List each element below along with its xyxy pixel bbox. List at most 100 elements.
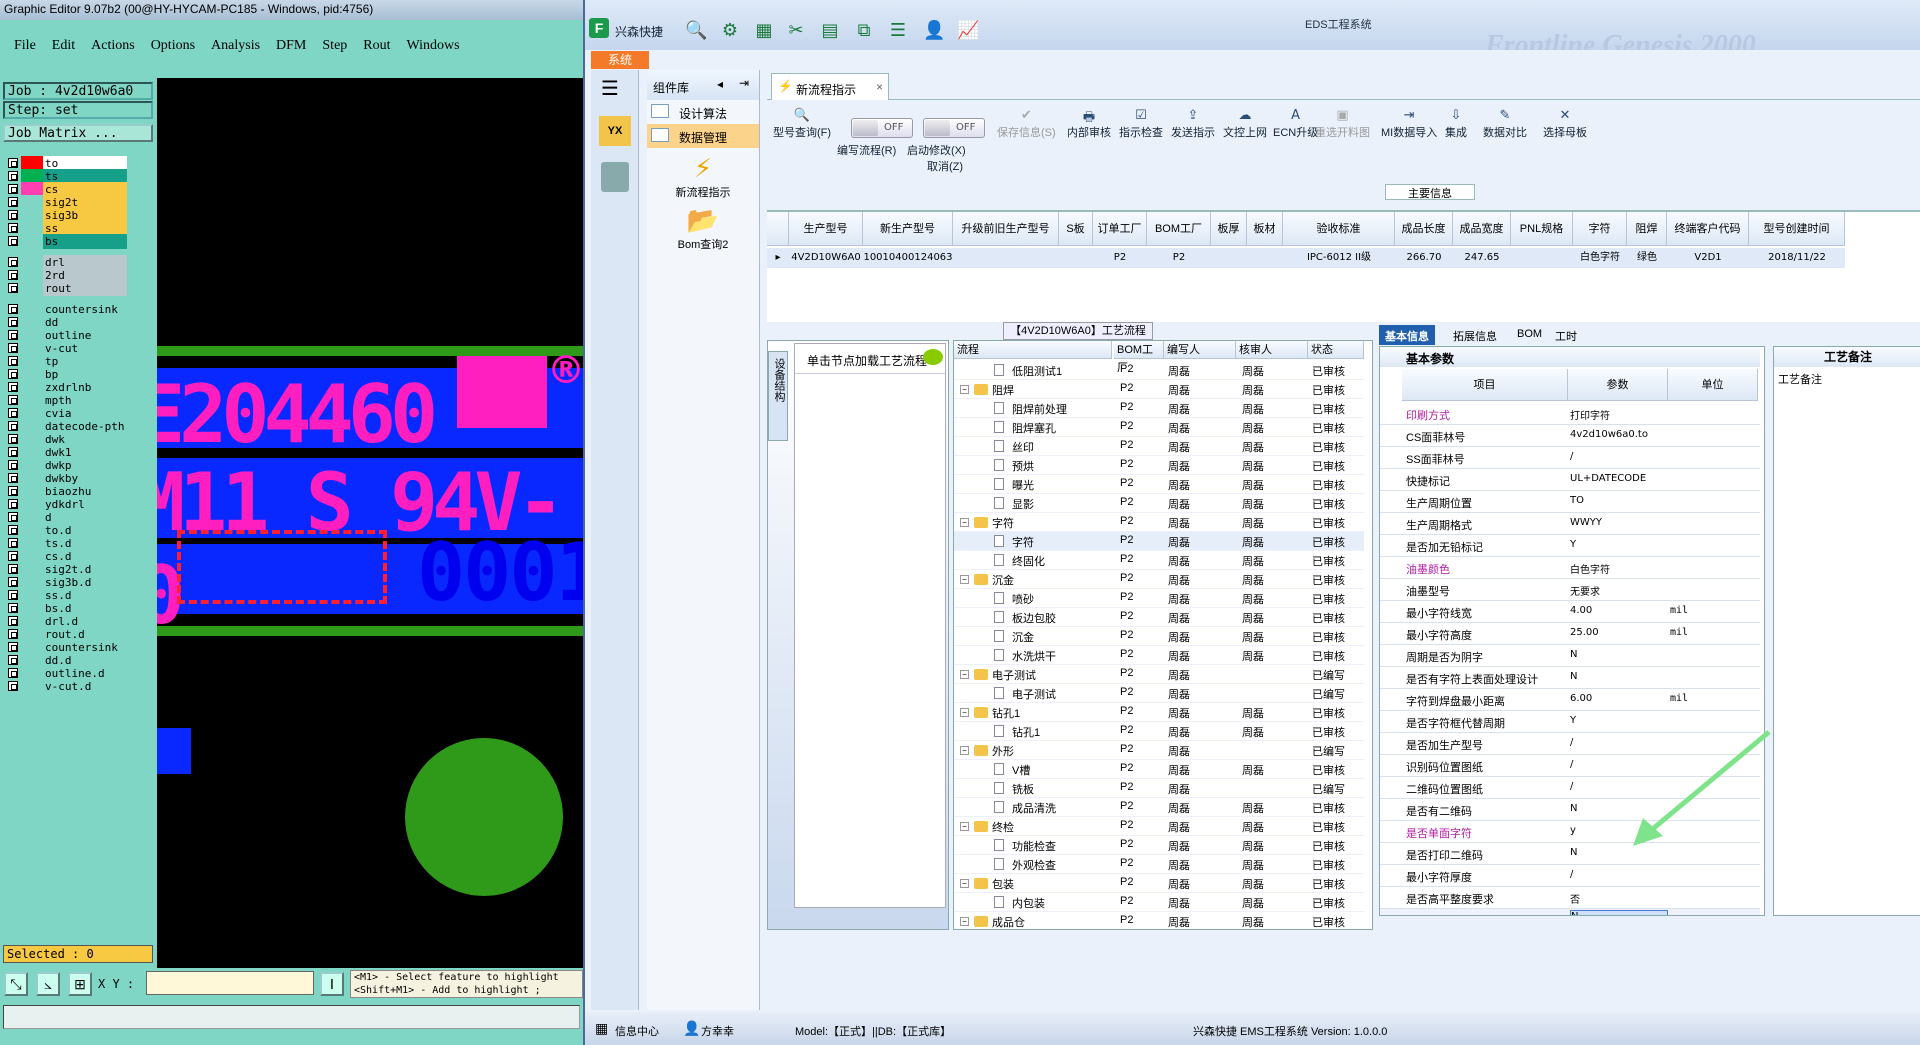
tree-row[interactable]: 成品清洗 P2 周磊 周磊 已审核 — [954, 798, 1364, 817]
layer-checkbox[interactable] — [8, 629, 18, 639]
layer-checkbox[interactable] — [8, 538, 18, 548]
column-header[interactable]: 订单工厂 — [1093, 212, 1147, 246]
param-row[interactable]: CS面菲林号 4v2d10w6a0.to — [1380, 425, 1760, 447]
column-header[interactable]: BOM工厂 — [1147, 212, 1211, 246]
collapse-toggle-icon[interactable]: − — [960, 746, 969, 755]
tree-row[interactable]: 显影 P2 周磊 周磊 已审核 — [954, 494, 1364, 513]
param-row[interactable]: 油墨型号 无要求 — [1380, 579, 1760, 601]
tree-row[interactable]: 沉金 P2 周磊 周磊 已审核 — [954, 627, 1364, 646]
param-value[interactable]: / — [1570, 759, 1573, 770]
cancel-button[interactable]: 取消(Z) — [927, 158, 963, 174]
param-row[interactable]: 生产周期位置 TO — [1380, 491, 1760, 513]
layer-checkbox[interactable] — [8, 460, 18, 470]
save-info-button[interactable]: ✔ 保存信息(S) — [997, 108, 1056, 140]
grid-cell[interactable]: 白色字符 — [1573, 248, 1627, 268]
menu-edit[interactable]: Edit — [52, 38, 75, 54]
param-row[interactable]: 是否高平整度要求 否 — [1380, 887, 1760, 909]
user-icon[interactable]: 👤 — [923, 20, 945, 42]
list-icon[interactable]: ☰ — [887, 20, 909, 42]
tree-row[interactable]: 喷砂 P2 周磊 周磊 已审核 — [954, 589, 1364, 608]
param-value[interactable]: Y — [1570, 715, 1576, 726]
column-header[interactable]: 生产型号 — [789, 212, 863, 246]
param-value[interactable]: 无要求 — [1570, 583, 1600, 598]
tab-basic-info[interactable]: 基本信息 — [1379, 325, 1435, 345]
tree-row[interactable]: − 包装 P2 周磊 周磊 已审核 — [954, 874, 1364, 893]
grid-cell[interactable]: 绿色 — [1627, 248, 1667, 268]
tree-row[interactable]: 终固化 P2 周磊 周磊 已审核 — [954, 551, 1364, 570]
tree-row[interactable]: 内包装 P2 周磊 周磊 已审核 — [954, 893, 1364, 912]
collapse-toggle-icon[interactable]: − — [960, 879, 969, 888]
grid-cell[interactable]: 10010400124063 — [863, 248, 953, 268]
column-header[interactable]: 板厚 — [1211, 212, 1247, 246]
gear-icon[interactable]: ⚙ — [719, 20, 741, 42]
layer-checkbox[interactable] — [8, 283, 18, 293]
tree-row[interactable]: − 钻孔1 P2 周磊 周磊 已审核 — [954, 703, 1364, 722]
param-value[interactable]: N — [1570, 803, 1577, 814]
layer-checkbox[interactable] — [8, 668, 18, 678]
param-value[interactable]: 否 — [1570, 891, 1580, 906]
info-center-link[interactable]: 信息中心 — [615, 1023, 659, 1039]
param-row[interactable]: 字符到焊盘最小距离 6.00 mil — [1380, 689, 1760, 711]
send-instruction-button[interactable]: ⇪ 发送指示 — [1171, 108, 1215, 140]
param-value[interactable]: / — [1570, 781, 1573, 792]
param-row[interactable]: 生产周期格式 WWYY — [1380, 513, 1760, 535]
param-row[interactable]: 是否加无铅标记 Y — [1380, 535, 1760, 557]
component-design-algorithm[interactable]: 设计算法 — [647, 100, 759, 124]
column-header[interactable]: 成品宽度 — [1453, 212, 1511, 246]
tree-row[interactable]: 丝印 P2 周磊 周磊 已审核 — [954, 437, 1364, 456]
layer-checkbox[interactable] — [8, 590, 18, 600]
column-header[interactable]: 型号创建时间 — [1749, 212, 1845, 246]
column-header[interactable]: 新生产型号 — [863, 212, 953, 246]
layer-checkbox[interactable] — [8, 270, 18, 280]
param-row[interactable]: 是否有字符上表面处理设计 N — [1380, 667, 1760, 689]
param-row[interactable]: 是否有增加批次号 N — [1380, 909, 1760, 915]
tree-row[interactable]: 阻焊塞孔 P2 周磊 周磊 已审核 — [954, 418, 1364, 437]
ecn-upgrade-button[interactable]: A ECN升级 — [1273, 108, 1318, 140]
layer-checkbox[interactable] — [8, 421, 18, 431]
layer-checkbox[interactable] — [8, 655, 18, 665]
param-row[interactable]: 最小字符高度 25.00 mil — [1380, 623, 1760, 645]
tree-row[interactable]: 低阻测试1 P2 周磊 周磊 已审核 — [954, 361, 1364, 380]
column-header[interactable]: 字符 — [1573, 212, 1627, 246]
tree-row[interactable]: − 成品仓 P2 周磊 周磊 已审核 — [954, 912, 1364, 929]
layer-checkbox[interactable] — [8, 382, 18, 392]
grid-tool-icon[interactable]: ⊞ — [68, 972, 92, 996]
tree-row[interactable]: 曝光 P2 周磊 周磊 已审核 — [954, 475, 1364, 494]
layer-checkbox[interactable] — [8, 499, 18, 509]
column-header[interactable]: 阻焊 — [1627, 212, 1667, 246]
hamburger-menu-icon[interactable]: ☰ — [601, 78, 629, 98]
tree-row[interactable]: − 沉金 P2 周磊 周磊 已审核 — [954, 570, 1364, 589]
tree-row[interactable]: − 电子测试 P2 周磊 已编写 — [954, 665, 1364, 684]
device-structure-tab[interactable]: 设备结构 — [768, 351, 788, 441]
tree-row[interactable]: 电子测试 P2 周磊 已编写 — [954, 684, 1364, 703]
internal-review-button[interactable]: 🖶 内部审核 — [1067, 108, 1111, 140]
param-value[interactable]: WWYY — [1570, 517, 1602, 528]
reselect-cutting-button[interactable]: ▣ 重选开料图 — [1315, 108, 1370, 140]
menu-file[interactable]: File — [14, 38, 36, 54]
tree-column-header[interactable]: BOM工厂 — [1114, 341, 1164, 374]
grid-icon[interactable]: ▦ — [595, 1020, 608, 1037]
param-row[interactable]: SS面菲林号 / — [1380, 447, 1760, 469]
data-compare-button[interactable]: ✎ 数据对比 — [1483, 108, 1527, 140]
layer-checkbox[interactable] — [8, 603, 18, 613]
film-icon[interactable]: ▤ — [819, 20, 841, 42]
param-value[interactable]: Y — [1570, 539, 1576, 550]
yx-module-icon[interactable]: YX — [599, 116, 631, 146]
zoom-tool-icon[interactable]: ⤡ — [4, 972, 28, 996]
tree-row[interactable]: 钻孔1 P2 周磊 周磊 已审核 — [954, 722, 1364, 741]
layer-checkbox[interactable] — [8, 486, 18, 496]
tree-row[interactable]: − 阻焊 P2 周磊 周磊 已审核 — [954, 380, 1364, 399]
menu-windows[interactable]: Windows — [407, 38, 460, 54]
tab-bom[interactable]: BOM — [1511, 325, 1548, 345]
collapse-toggle-icon[interactable]: − — [960, 917, 969, 926]
param-value[interactable]: y — [1570, 825, 1576, 836]
collapse-toggle-icon[interactable]: − — [960, 670, 969, 679]
menu-dfm[interactable]: DFM — [276, 38, 306, 54]
param-value[interactable]: N — [1570, 649, 1577, 660]
menu-step[interactable]: Step — [322, 38, 347, 54]
grid-cell[interactable] — [953, 248, 1059, 268]
layer-checkbox[interactable] — [8, 343, 18, 353]
job-matrix-button[interactable]: Job Matrix ... — [3, 124, 153, 142]
param-value[interactable]: 6.00 — [1570, 693, 1592, 704]
grid-cell[interactable]: IPC-6012 II级 — [1283, 248, 1395, 268]
